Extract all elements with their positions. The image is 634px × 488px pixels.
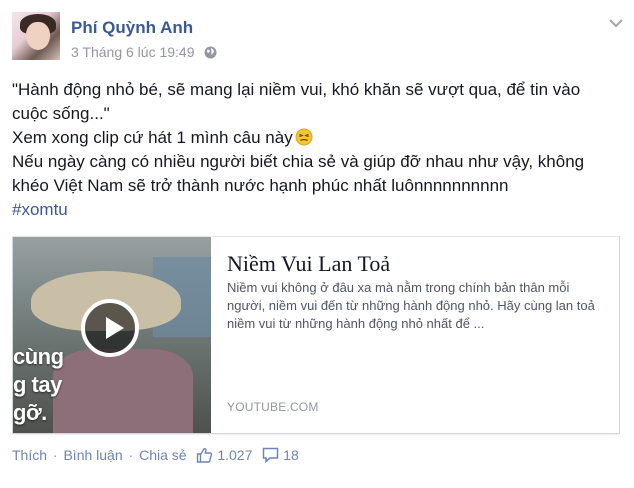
post-message: "Hành động nhỏ bé, sẽ mang lại niềm vui,… — [12, 78, 624, 222]
post-text-line: Xem xong clip cứ hát 1 mình câu này — [12, 128, 293, 147]
globe-icon[interactable] — [204, 46, 217, 62]
thumbs-up-icon — [196, 447, 213, 466]
like-count[interactable]: 1.027 — [196, 447, 256, 463]
thumbnail-caption-line: cùng — [13, 344, 64, 369]
post-text-line: cuộc sống..." — [12, 104, 110, 123]
like-count-value: 1.027 — [217, 447, 253, 463]
thumbnail-caption-line: g tay — [13, 372, 62, 397]
facebook-post: Phí Quỳnh Anh 3 Tháng 6 lúc 19:49 "Hành … — [0, 0, 634, 488]
comment-count-value: 18 — [283, 447, 299, 463]
comment-count[interactable]: 18 — [262, 447, 299, 466]
like-link[interactable]: Thích — [12, 447, 47, 463]
post-timestamp[interactable]: 3 Tháng 6 lúc 19:49 — [71, 44, 195, 60]
play-button[interactable] — [81, 299, 139, 357]
comment-link[interactable]: Bình luận — [63, 447, 122, 463]
author-name[interactable]: Phí Quỳnh Anh — [71, 18, 193, 38]
post-header: Phí Quỳnh Anh 3 Tháng 6 lúc 19:49 — [12, 12, 624, 64]
link-preview-card[interactable]: cùng g tay gỡ. Niềm Vui Lan Toả Niềm vui… — [12, 236, 620, 434]
play-icon — [106, 317, 124, 339]
speech-bubble-icon — [262, 447, 279, 466]
persevere-face-icon — [295, 128, 313, 146]
separator: · — [128, 447, 134, 463]
post-text-line-with-emoji: Xem xong clip cứ hát 1 mình câu này — [12, 126, 624, 150]
author-avatar[interactable] — [12, 12, 60, 60]
video-thumbnail[interactable]: cùng g tay gỡ. — [13, 237, 211, 433]
link-card-source: YOUTUBE.COM — [227, 400, 319, 414]
share-link[interactable]: Chia sẻ — [139, 447, 186, 463]
thumbnail-caption: cùng g tay gỡ. — [13, 343, 83, 427]
post-action-bar: Thích · Bình luận · Chia sẻ 1.027 18 — [12, 447, 624, 469]
post-meta: 3 Tháng 6 lúc 19:49 — [71, 44, 217, 62]
avatar-face — [26, 22, 50, 50]
link-card-title[interactable]: Niềm Vui Lan Toả — [227, 251, 390, 277]
hashtag-link[interactable]: #xomtu — [12, 200, 68, 219]
link-card-text: Niềm Vui Lan Toả Niềm vui không ở đâu xa… — [227, 237, 607, 433]
thumbnail-caption-line: gỡ. — [13, 400, 47, 425]
post-text-line: "Hành động nhỏ bé, sẽ mang lại niềm vui,… — [12, 80, 581, 99]
separator: · — [52, 447, 58, 463]
post-text-line: Nếu ngày càng có nhiều người biết chia s… — [12, 152, 585, 171]
link-card-description: Niềm vui không ở đâu xa mà nằm trong chí… — [227, 280, 595, 331]
post-text-line: khéo Việt Nam sẽ trở thành nước hạnh phú… — [12, 176, 509, 195]
chevron-down-icon[interactable] — [608, 16, 624, 28]
